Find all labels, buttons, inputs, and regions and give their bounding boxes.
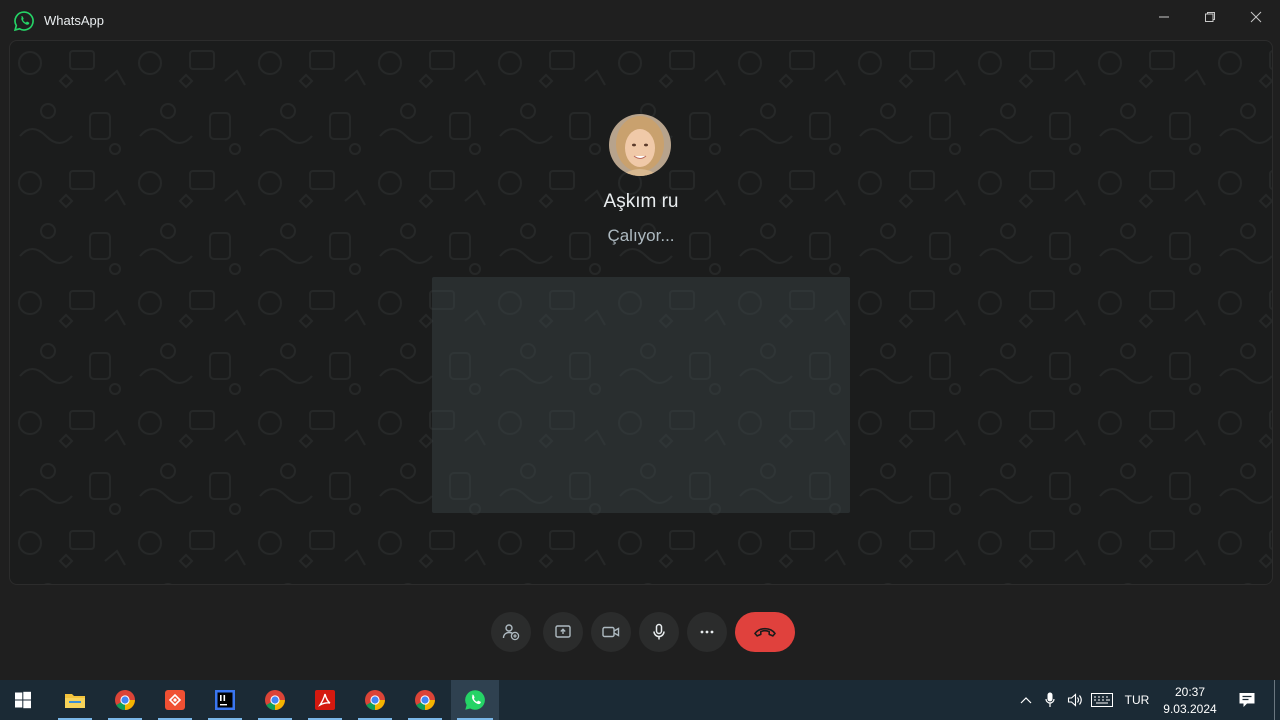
video-preview bbox=[432, 277, 850, 513]
chrome-icon bbox=[415, 690, 435, 711]
taskbar-chrome-3[interactable] bbox=[352, 680, 398, 720]
tray-keyboard[interactable] bbox=[1089, 680, 1115, 720]
video-camera-icon bbox=[602, 626, 620, 638]
restore-icon bbox=[1205, 12, 1215, 22]
taskbar-intellij[interactable] bbox=[202, 680, 248, 720]
end-call-button[interactable] bbox=[735, 612, 795, 652]
mute-toggle-button[interactable] bbox=[639, 612, 679, 652]
chrome-icon bbox=[265, 690, 285, 711]
restore-button[interactable] bbox=[1187, 0, 1233, 34]
chevron-up-icon bbox=[1020, 697, 1032, 704]
notification-icon bbox=[1239, 693, 1255, 707]
clock-time: 20:37 bbox=[1174, 685, 1206, 699]
windows-taskbar: TUR 20:37 9.03.2024 bbox=[0, 680, 1280, 720]
system-clock[interactable]: 20:37 9.03.2024 bbox=[1158, 684, 1222, 718]
folder-icon bbox=[65, 694, 85, 708]
microphone-icon bbox=[1045, 692, 1055, 707]
whatsapp-icon bbox=[465, 690, 485, 710]
close-icon bbox=[1250, 11, 1262, 23]
taskbar-chrome-2[interactable] bbox=[252, 680, 298, 720]
phone-hangup-icon bbox=[754, 627, 776, 637]
call-status: Çalıyor... bbox=[607, 226, 675, 245]
chrome-icon bbox=[365, 690, 385, 711]
more-options-button[interactable] bbox=[687, 612, 727, 652]
language-indicator[interactable]: TUR bbox=[1122, 680, 1152, 720]
taskbar-acrobat-reader[interactable] bbox=[302, 680, 348, 720]
windows-logo-icon bbox=[15, 691, 31, 709]
taskbar-git-app[interactable] bbox=[152, 680, 198, 720]
chrome-icon bbox=[115, 690, 135, 711]
contact-name: Aşkım ru bbox=[603, 191, 679, 212]
minimize-icon bbox=[1159, 16, 1169, 18]
show-desktop-button[interactable] bbox=[1274, 680, 1275, 720]
title-bar: WhatsApp bbox=[0, 0, 1280, 40]
screen-share-icon bbox=[555, 625, 571, 638]
start-button[interactable] bbox=[0, 680, 46, 720]
tray-microphone[interactable] bbox=[1040, 680, 1060, 720]
git-client-icon bbox=[165, 690, 185, 710]
notification-center-button[interactable] bbox=[1232, 680, 1262, 720]
app-title: WhatsApp bbox=[44, 13, 104, 28]
speaker-icon bbox=[1067, 693, 1082, 707]
call-controls bbox=[0, 612, 1280, 652]
add-participant-button[interactable] bbox=[491, 612, 531, 652]
microphone-icon bbox=[653, 623, 665, 640]
keyboard-icon bbox=[1091, 693, 1113, 707]
tray-volume[interactable] bbox=[1064, 680, 1086, 720]
taskbar-file-explorer[interactable] bbox=[52, 680, 98, 720]
taskbar-chrome-4[interactable] bbox=[402, 680, 448, 720]
whatsapp-logo-icon bbox=[13, 11, 34, 32]
close-button[interactable] bbox=[1233, 0, 1279, 34]
contact-avatar bbox=[609, 114, 671, 176]
ellipsis-icon bbox=[700, 630, 714, 634]
intellij-icon bbox=[215, 690, 235, 710]
person-add-icon bbox=[502, 624, 520, 641]
call-panel: Aşkım ru Çalıyor... bbox=[9, 40, 1273, 585]
share-screen-button[interactable] bbox=[543, 612, 583, 652]
video-toggle-button[interactable] bbox=[591, 612, 631, 652]
minimize-button[interactable] bbox=[1141, 0, 1187, 34]
taskbar-chrome-1[interactable] bbox=[102, 680, 148, 720]
clock-date: 9.03.2024 bbox=[1163, 702, 1217, 716]
pdf-reader-icon bbox=[315, 690, 335, 710]
tray-overflow-button[interactable] bbox=[1016, 680, 1036, 720]
taskbar-whatsapp[interactable] bbox=[451, 680, 499, 720]
